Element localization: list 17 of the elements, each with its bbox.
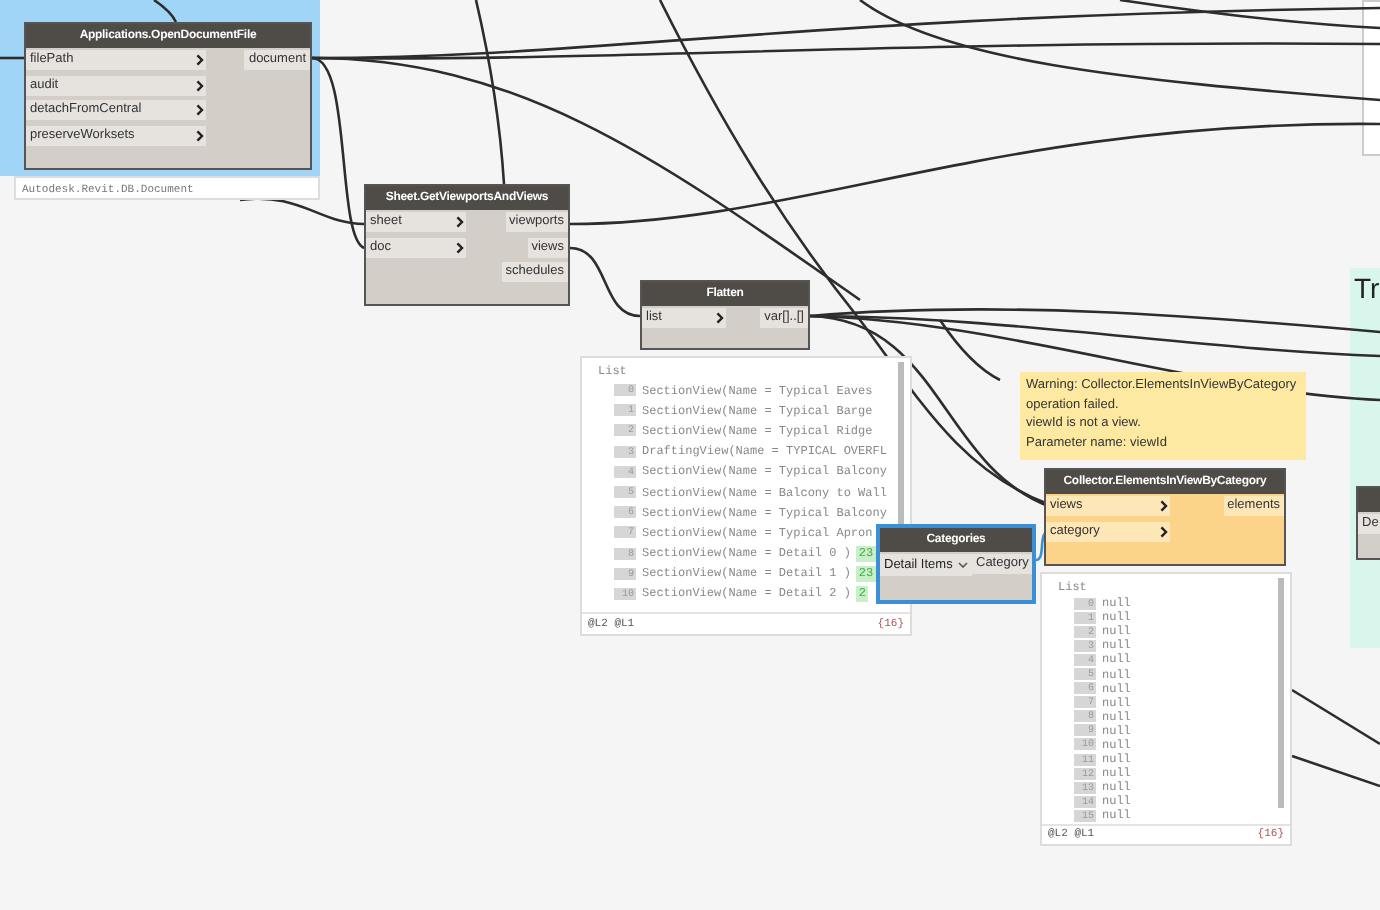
scrollbar[interactable] — [1278, 578, 1284, 808]
chevron-icon — [456, 241, 464, 253]
chevron-icon — [196, 54, 204, 66]
wire — [1291, 688, 1380, 746]
wire — [153, 0, 178, 23]
wire — [1035, 530, 1049, 562]
caret-icon — [958, 562, 968, 568]
wire — [1291, 754, 1380, 788]
chevron-icon — [1160, 525, 1168, 537]
chevron-icon — [196, 129, 204, 141]
chevron-icon — [456, 216, 464, 228]
chevron-icon — [196, 104, 204, 116]
wire — [0, 56, 24, 60]
chevron-icon — [196, 79, 204, 91]
chevron-icon — [716, 312, 724, 324]
chevron-icon — [1160, 500, 1168, 512]
group-title: Tr — [1354, 274, 1380, 302]
